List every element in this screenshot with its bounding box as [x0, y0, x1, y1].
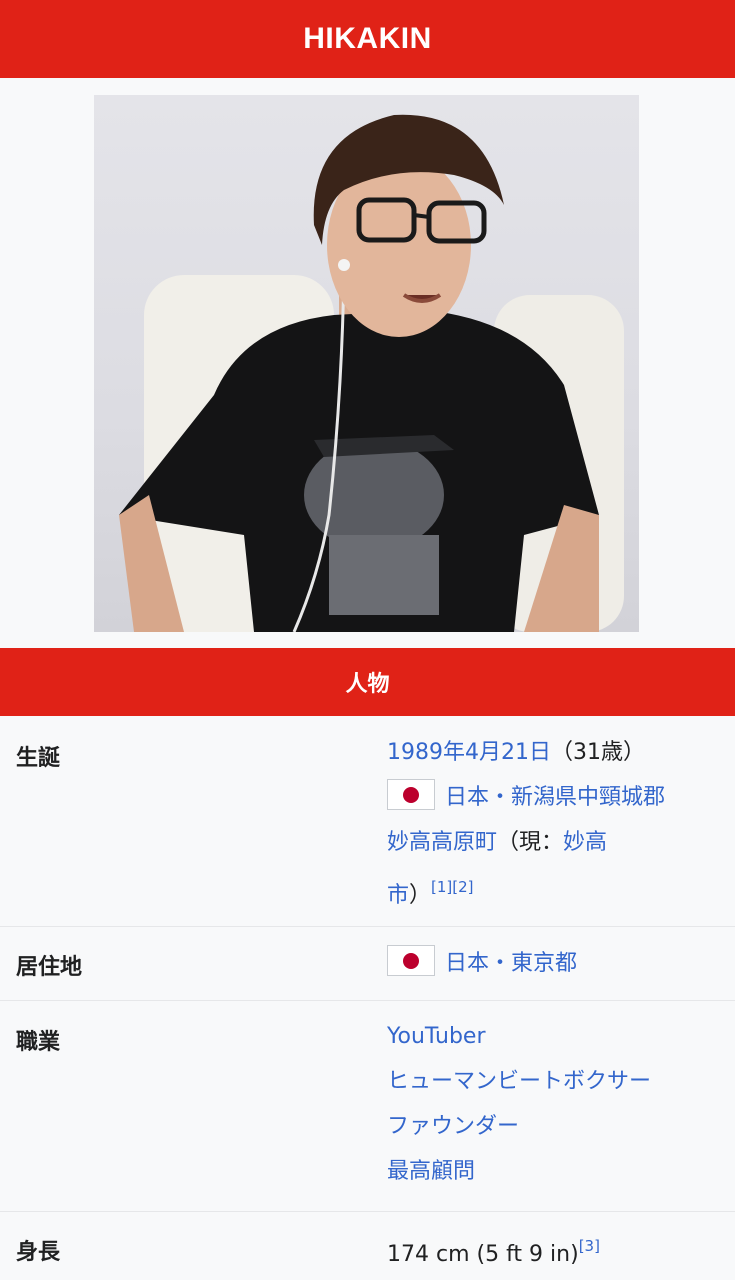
- birth-references[interactable]: [1][2]: [431, 878, 474, 896]
- height-value: 174 cm (5 ft 9 in): [387, 1242, 579, 1267]
- photo-area: [0, 78, 735, 647]
- portrait-photo[interactable]: [94, 95, 639, 632]
- row-birth-value: 1989年4月21日（31歳） 日本・新潟県中頸城郡 妙高高原町（現：妙高 市）…: [387, 730, 722, 918]
- birth-now-suffix: ）: [409, 883, 432, 908]
- row-height: 身長 174 cm (5 ft 9 in)[3]: [0, 1212, 735, 1280]
- height-reference[interactable]: [3]: [579, 1237, 600, 1255]
- row-residence-label: 居住地: [16, 955, 83, 980]
- row-occupation-label: 職業: [16, 1030, 61, 1055]
- birth-now-prefix: （現：: [497, 830, 564, 855]
- birth-now-city-link-b[interactable]: 市: [387, 883, 409, 908]
- row-birth: 生誕 1989年4月21日（31歳） 日本・新潟県中頸城郡 妙高高原町（現：妙高…: [0, 716, 735, 927]
- occupation-item[interactable]: ファウンダー: [387, 1104, 722, 1149]
- japan-flag-icon[interactable]: [387, 779, 435, 810]
- earphone: [338, 259, 350, 271]
- birth-town-link[interactable]: 妙高高原町: [387, 830, 497, 855]
- birth-place-link[interactable]: 日本・新潟県中頸城郡: [445, 785, 665, 810]
- portrait-illustration: [119, 114, 624, 632]
- row-birth-label: 生誕: [16, 746, 61, 771]
- occupation-item[interactable]: ヒューマンビートボクサー: [387, 1059, 722, 1104]
- birth-age: （31歳）: [550, 740, 645, 765]
- section-header-label: 人物: [345, 672, 390, 697]
- glasses-bridge: [413, 213, 430, 219]
- row-occupation: 職業 YouTuber ヒューマンビートボクサー ファウンダー 最高顧問: [0, 1001, 735, 1212]
- section-header: 人物: [0, 648, 735, 716]
- infobox: HIKAKIN 人物 生誕 1989年4月21日（31歳） 日本・新潟県中頸城郡…: [0, 0, 735, 1280]
- mouth: [402, 293, 442, 303]
- row-occupation-value: YouTuber ヒューマンビートボクサー ファウンダー 最高顧問: [387, 1014, 722, 1194]
- occupation-item[interactable]: YouTuber: [387, 1014, 722, 1059]
- residence-link[interactable]: 日本・東京都: [445, 951, 577, 976]
- row-height-value: 174 cm (5 ft 9 in)[3]: [387, 1224, 722, 1277]
- shirt-graphic-base: [329, 535, 439, 615]
- infobox-title-bar: HIKAKIN: [0, 0, 735, 78]
- row-residence-value: 日本・東京都: [387, 941, 722, 986]
- occupation-item[interactable]: 最高顧問: [387, 1149, 722, 1194]
- japan-flag-icon[interactable]: [387, 945, 435, 976]
- row-height-label: 身長: [16, 1240, 61, 1265]
- infobox-title: HIKAKIN: [303, 22, 432, 55]
- birth-now-city-link-a[interactable]: 妙高: [563, 830, 607, 855]
- row-residence: 居住地 日本・東京都: [0, 927, 735, 1001]
- birth-date-link[interactable]: 1989年4月21日: [387, 740, 551, 765]
